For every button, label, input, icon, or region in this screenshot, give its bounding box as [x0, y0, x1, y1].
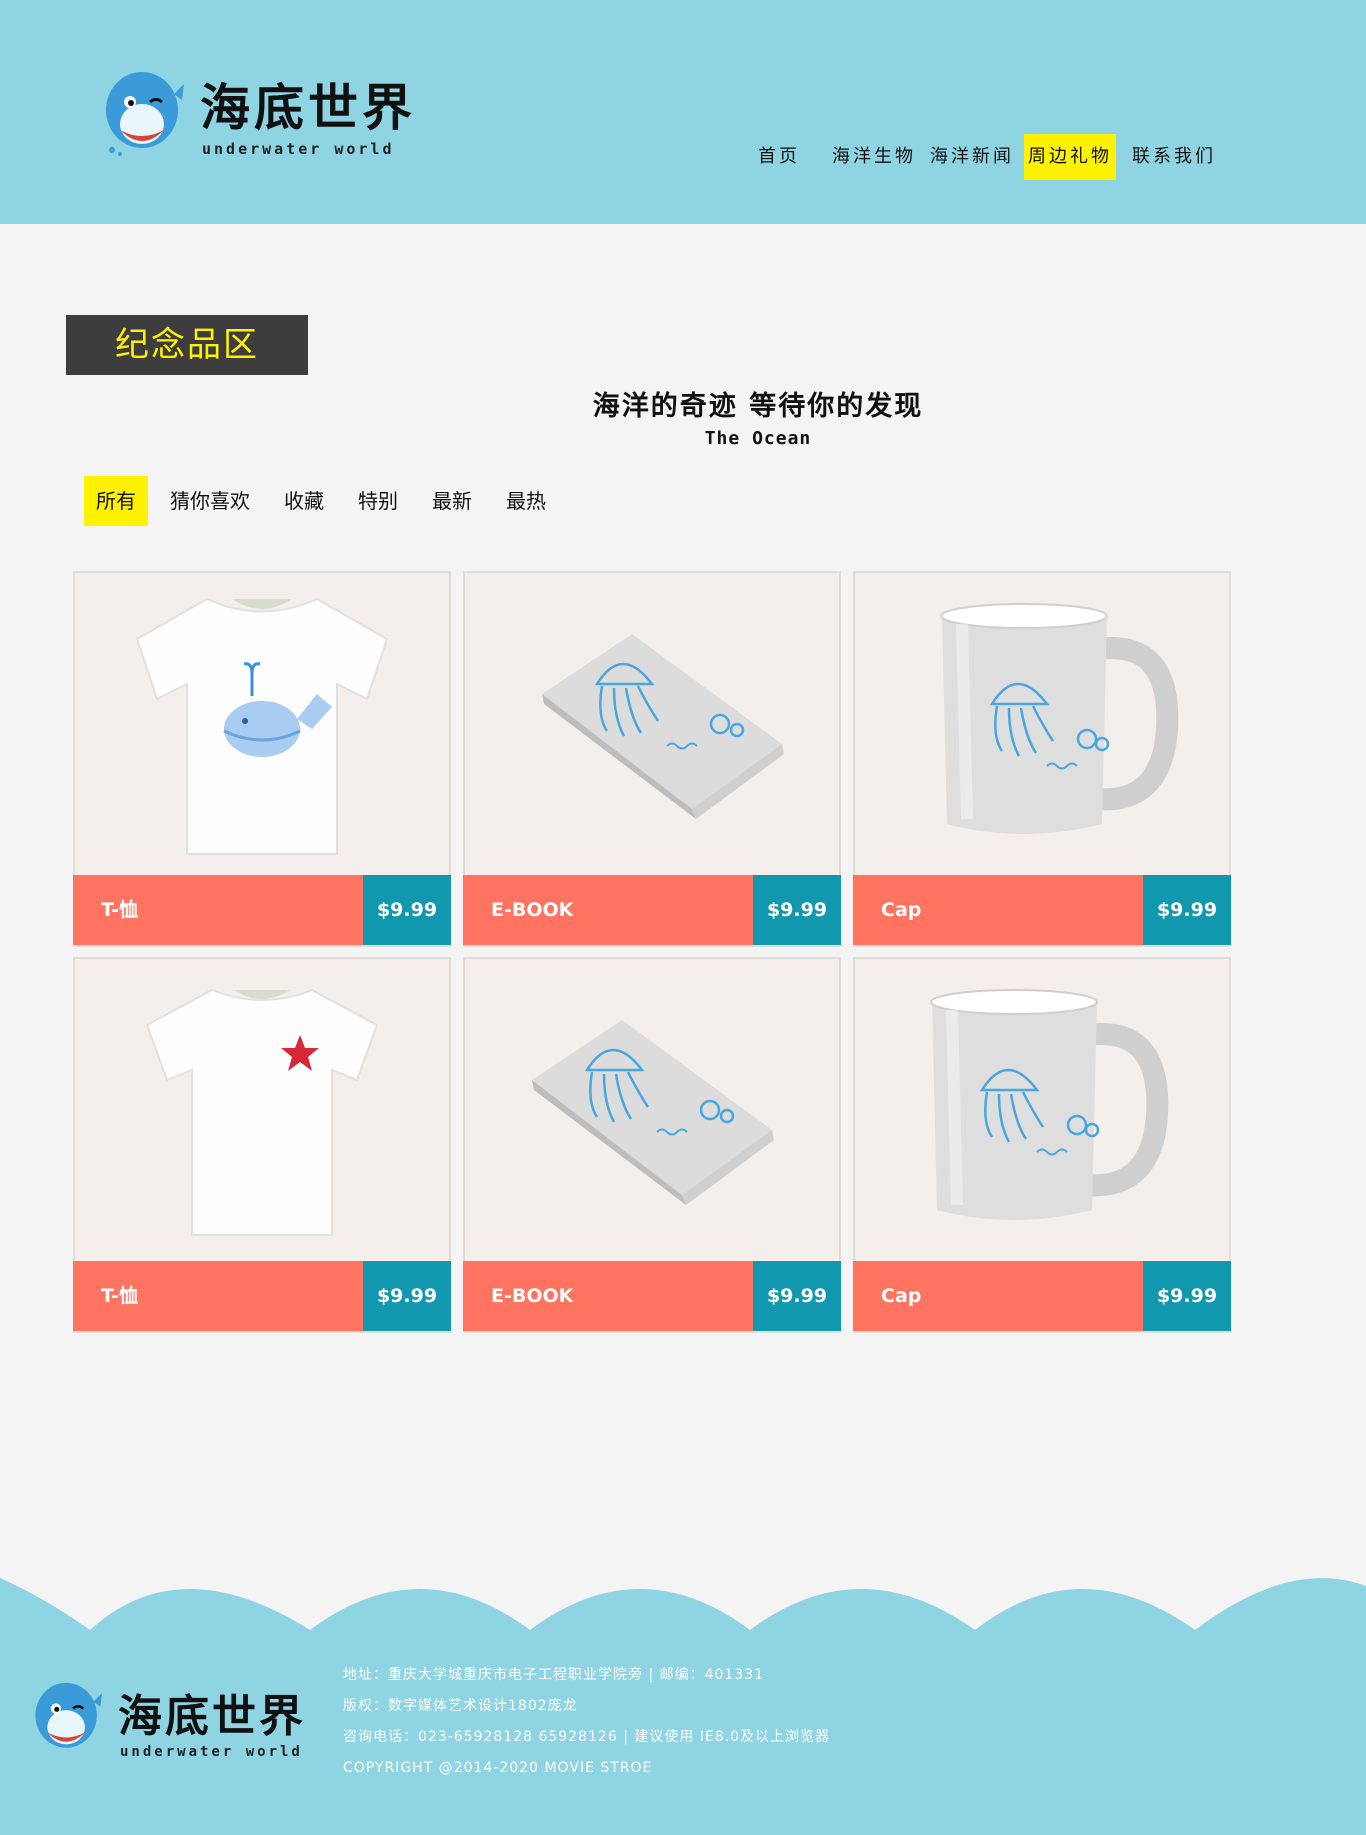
nav-item-ocean-news[interactable]: 海洋新闻	[926, 134, 1018, 180]
dolphin-logo-icon	[35, 1682, 103, 1748]
product-bar: T-恤 $9.99	[73, 875, 451, 945]
product-name[interactable]: E-BOOK	[491, 875, 573, 945]
product-name[interactable]: T-恤	[101, 1261, 138, 1331]
jellyfish-mug-image[interactable]	[855, 573, 1229, 875]
footer-address: 地址：重庆大学城重庆市电子工程职业学院旁 | 邮编：401331	[343, 1667, 765, 1683]
product-bar: E-BOOK $9.99	[463, 875, 841, 945]
product-grid: T-恤 $9.99 E-BOOK $9.99 Cap $9.99 T-恤 $9.…	[73, 571, 1235, 1333]
filter-all[interactable]: 所有	[84, 476, 148, 526]
main-nav: 首页 海洋生物 海洋新闻 周边礼物 联系我们	[754, 134, 1220, 180]
footer-phone: 咨询电话：023-65928128 65928126 | 建议使用 IE8.0及…	[343, 1729, 831, 1745]
slogan-title: 海洋的奇迹 等待你的发现	[592, 391, 924, 422]
whale-tshirt-icon	[135, 597, 389, 855]
jellyfish-mug-icon	[940, 603, 1179, 834]
section-tag: 纪念品区	[66, 315, 308, 375]
brand-name: 海底世界	[200, 79, 416, 137]
footer-logo[interactable]: 海底世界 underwater world	[30, 1676, 320, 1766]
product-price[interactable]: $9.99	[1143, 1261, 1231, 1331]
jellyfish-book-icon	[532, 1020, 774, 1205]
nav-item-gifts[interactable]: 周边礼物	[1024, 134, 1116, 180]
product-bar: E-BOOK $9.99	[463, 1261, 841, 1331]
starfish-tshirt-icon	[145, 988, 379, 1236]
header: 海底世界 underwater world 首页 海洋生物 海洋新闻 周边礼物 …	[0, 0, 1366, 224]
product-card[interactable]: Cap $9.99	[853, 571, 1231, 947]
product-card[interactable]: Cap $9.99	[853, 957, 1231, 1333]
jellyfish-book-image[interactable]	[465, 959, 839, 1261]
brand-name-en: underwater world	[202, 140, 395, 158]
footer-info: 地址：重庆大学城重庆市电子工程职业学院旁 | 邮编：401331 版权：数字媒体…	[343, 1660, 830, 1784]
site-logo[interactable]: 海底世界 underwater world	[100, 64, 430, 164]
product-price[interactable]: $9.99	[363, 875, 451, 945]
footer-brand-name-en: underwater world	[120, 1744, 303, 1760]
filter-tabs: 所有 猜你喜欢 收藏 特别 最新 最热	[84, 476, 568, 526]
product-name[interactable]: T-恤	[101, 875, 138, 945]
footer-copyright-cn: 版权：数字媒体艺术设计1802庞龙	[343, 1698, 578, 1714]
product-name[interactable]: Cap	[881, 875, 921, 945]
product-bar: Cap $9.99	[853, 875, 1231, 945]
footer-brand-name: 海底世界	[118, 1691, 306, 1742]
filter-hottest[interactable]: 最热	[494, 476, 558, 526]
jellyfish-book-image[interactable]	[465, 573, 839, 875]
filter-favorites[interactable]: 收藏	[272, 476, 336, 526]
filter-recommended[interactable]: 猜你喜欢	[158, 476, 262, 526]
dolphin-logo-icon	[106, 72, 184, 156]
product-price[interactable]: $9.99	[753, 875, 841, 945]
product-name[interactable]: E-BOOK	[491, 1261, 573, 1331]
filter-special[interactable]: 特别	[346, 476, 410, 526]
nav-item-contact[interactable]: 联系我们	[1128, 134, 1220, 180]
jellyfish-mug-icon	[930, 989, 1169, 1220]
whale-tshirt-image[interactable]	[75, 573, 449, 875]
filter-newest[interactable]: 最新	[420, 476, 484, 526]
product-price[interactable]: $9.99	[753, 1261, 841, 1331]
slogan-subtitle: The Ocean	[704, 428, 812, 449]
footer-copyright-en: COPYRIGHT @2014-2020 MOVIE STROE	[343, 1760, 653, 1776]
product-bar: T-恤 $9.99	[73, 1261, 451, 1331]
product-bar: Cap $9.99	[853, 1261, 1231, 1331]
nav-item-marine-life[interactable]: 海洋生物	[828, 134, 920, 180]
product-card[interactable]: T-恤 $9.99	[73, 571, 451, 947]
jellyfish-book-icon	[542, 634, 784, 819]
product-price[interactable]: $9.99	[363, 1261, 451, 1331]
product-card[interactable]: E-BOOK $9.99	[463, 957, 841, 1333]
product-name[interactable]: Cap	[881, 1261, 921, 1331]
product-card[interactable]: E-BOOK $9.99	[463, 571, 841, 947]
nav-item-home[interactable]: 首页	[754, 134, 804, 180]
product-card[interactable]: T-恤 $9.99	[73, 957, 451, 1333]
product-price[interactable]: $9.99	[1143, 875, 1231, 945]
starfish-tshirt-image[interactable]	[75, 959, 449, 1261]
jellyfish-mug-image[interactable]	[855, 959, 1229, 1261]
